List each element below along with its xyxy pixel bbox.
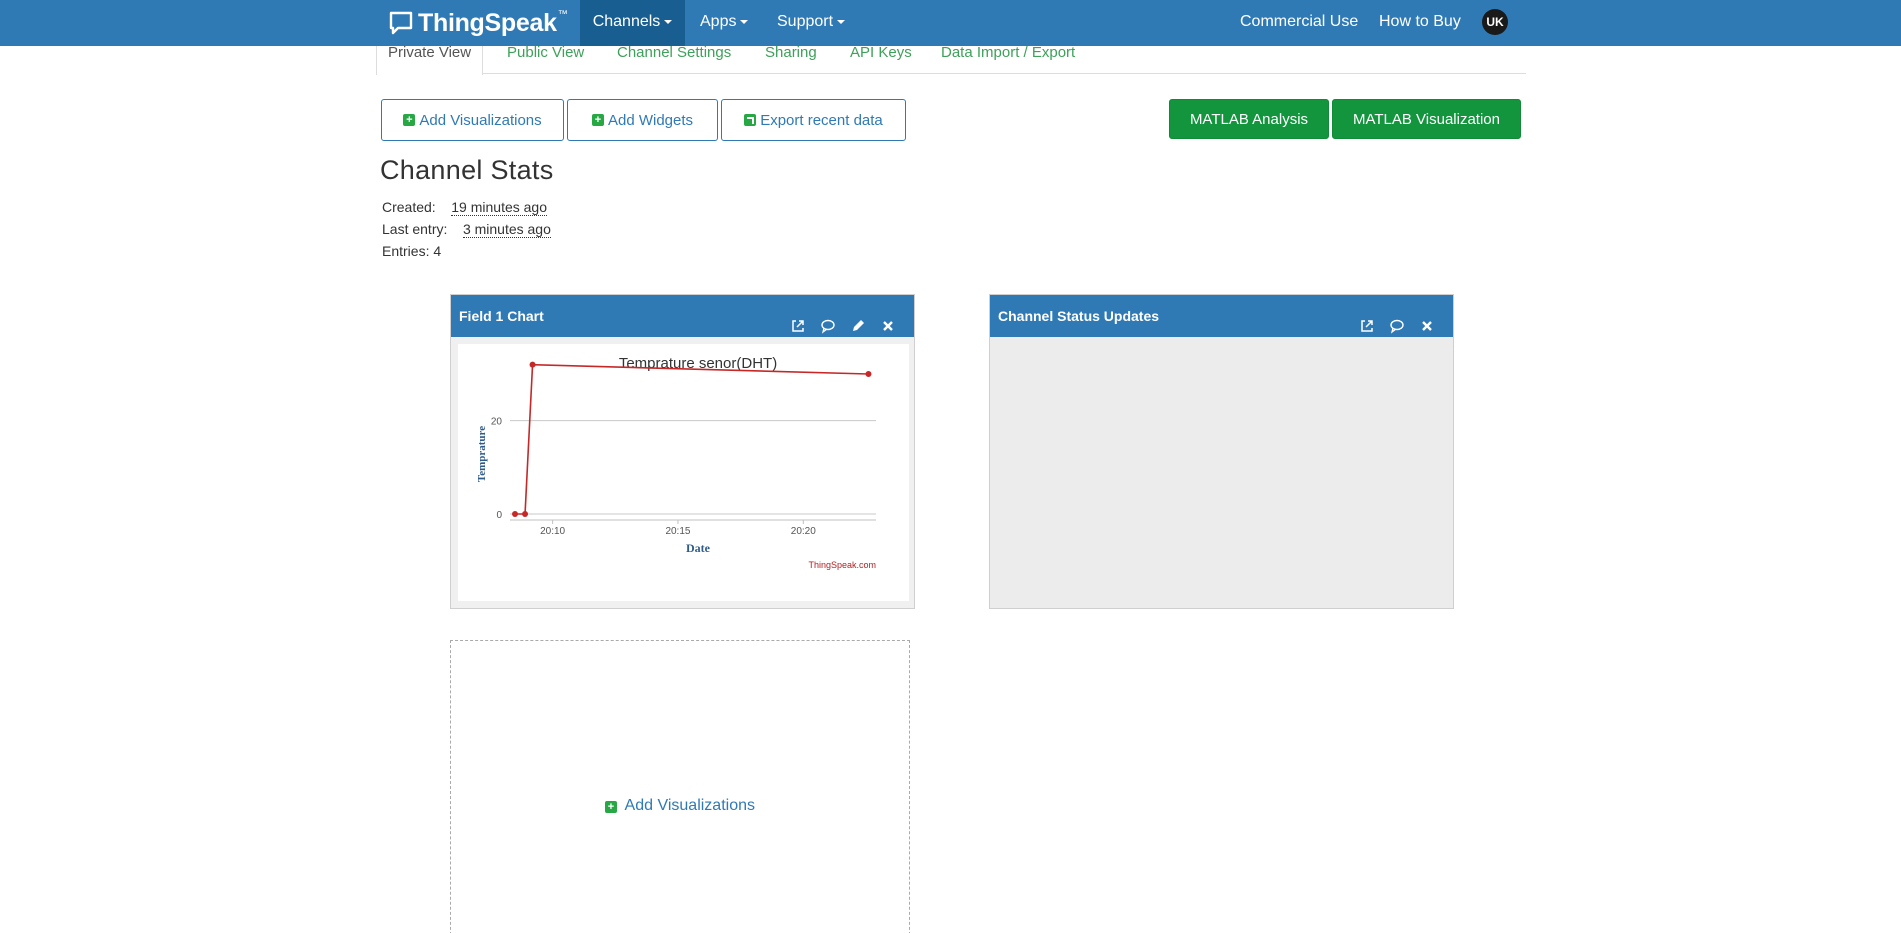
thingspeak-logo[interactable]: ThingSpeak ™ [388, 6, 568, 40]
matlab-visualization-button[interactable]: MATLAB Visualization [1332, 99, 1521, 139]
tab-api-keys[interactable]: API Keys [850, 45, 912, 74]
user-avatar[interactable]: UK [1482, 9, 1508, 35]
stat-last-entry-label: Last entry: [382, 221, 448, 237]
chart-credit: ThingSpeak.com [808, 560, 876, 570]
stat-created-label: Created: [382, 199, 436, 215]
stat-last-entry-value: 3 minutes ago [462, 221, 551, 238]
tab-channel-settings[interactable]: Channel Settings [617, 45, 731, 74]
tab-data-import-export[interactable]: Data Import / Export [941, 45, 1075, 74]
stat-last-entry: Last entry: 3 minutes ago [382, 221, 551, 238]
top-navbar: ThingSpeak ™ Channels Apps Support Comme… [0, 0, 1901, 46]
plus-square-icon: + [604, 801, 617, 813]
export-recent-data-label: Export recent data [760, 111, 883, 129]
comment-icon[interactable] [820, 308, 836, 334]
data-point [512, 511, 519, 517]
export-icon [744, 114, 757, 126]
nav-apps-label: Apps [700, 13, 737, 30]
close-icon[interactable] [1419, 308, 1435, 331]
add-visualizations-button[interactable]: + Add Visualizations [381, 99, 564, 141]
stat-entries: Entries: 4 [382, 243, 441, 259]
tab-private-view[interactable]: Private View [376, 45, 484, 75]
x-axis-label: Date [686, 541, 711, 555]
add-visualizations-label: Add Visualizations [419, 111, 542, 129]
stat-created-value: 19 minutes ago [451, 199, 547, 216]
widget-header: Field 1 Chart [451, 295, 914, 337]
tab-public-view[interactable]: Public View [507, 45, 584, 74]
stat-entries-value: 4 [433, 243, 442, 259]
export-recent-data-button[interactable]: Export recent data [721, 99, 906, 141]
empty-visualization-slot: + Add Visualizations [450, 640, 910, 933]
nav-channels[interactable]: Channels [580, 0, 685, 46]
y-tick-label: 0 [496, 510, 502, 521]
field-1-chart-widget: Field 1 Chart Temprature senor(DHT) 0 20 20… [450, 294, 915, 609]
y-axis-label: Temprature [476, 426, 488, 482]
nav-support-label: Support [777, 13, 834, 30]
caret-down-icon [837, 19, 846, 24]
speech-bubble-icon [389, 11, 413, 35]
comment-icon[interactable] [1389, 308, 1405, 334]
x-tick-label: 20:20 [791, 526, 816, 537]
x-tick-label: 20:10 [540, 526, 565, 537]
brand-trademark: ™ [557, 8, 568, 20]
chart-area: Temprature senor(DHT) 0 20 20:10 20:15 20:20 D… [458, 344, 909, 601]
plus-square-icon: + [403, 114, 416, 126]
channel-tabs: Private View Public View Channel Setting… [376, 45, 1526, 75]
add-visualizations-link[interactable]: + Add Visualizations [451, 797, 909, 815]
close-icon[interactable] [880, 308, 896, 331]
pencil-icon[interactable] [850, 308, 866, 331]
nav-support[interactable]: Support [777, 0, 846, 46]
series-line [515, 363, 869, 515]
nav-channels-label: Channels [592, 13, 661, 30]
external-link-icon[interactable] [1359, 308, 1375, 332]
tab-sharing[interactable]: Sharing [765, 45, 817, 74]
add-widgets-button[interactable]: + Add Widgets [567, 99, 718, 141]
channel-stats-title: Channel Stats [380, 155, 554, 185]
temperature-line-chart[interactable]: Temprature senor(DHT)02020:10 20:15 20:20D… [458, 344, 909, 601]
stat-created: Created: 19 minutes ago [382, 199, 547, 216]
widget-header: Channel Status Updates [990, 295, 1453, 337]
caret-down-icon [664, 19, 673, 24]
brand-name: ThingSpeak [418, 8, 557, 37]
add-widgets-label: Add Widgets [607, 111, 694, 129]
stat-entries-label: Entries: [382, 243, 430, 259]
nav-apps[interactable]: Apps [700, 0, 749, 46]
status-updates-body [990, 337, 1453, 608]
widget-title: Field 1 Chart [459, 308, 544, 324]
y-tick-label: 20 [491, 417, 503, 428]
caret-down-icon [740, 19, 749, 24]
data-point [529, 361, 536, 368]
external-link-icon[interactable] [790, 308, 806, 332]
plus-square-icon: + [591, 114, 604, 126]
nav-how-to-buy[interactable]: How to Buy [1379, 0, 1461, 46]
nav-commercial-use[interactable]: Commercial Use [1240, 0, 1358, 46]
data-point [865, 371, 872, 377]
widget-title: Channel Status Updates [998, 308, 1160, 324]
x-tick-label: 20:15 [665, 526, 690, 537]
add-visualizations-link-label: Add Visualizations [624, 797, 755, 814]
data-point [522, 511, 529, 517]
channel-status-updates-widget: Channel Status Updates [989, 294, 1454, 609]
matlab-analysis-button[interactable]: MATLAB Analysis [1169, 99, 1329, 139]
